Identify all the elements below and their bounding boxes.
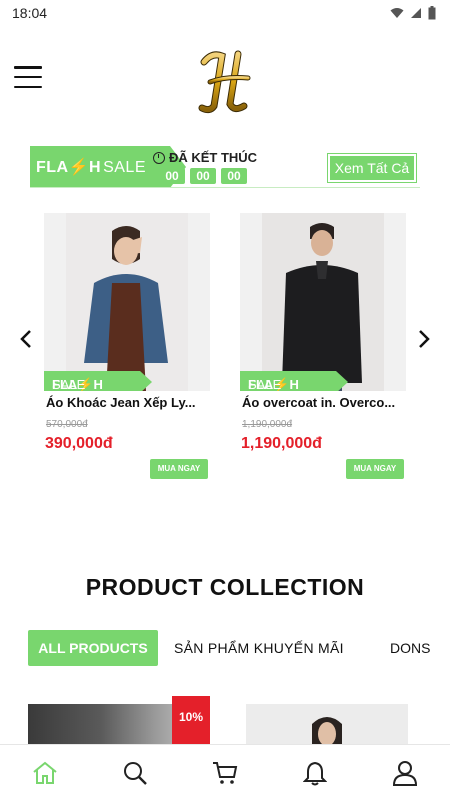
home-icon[interactable] [25, 753, 65, 793]
product-old-price: 570,000đ [46, 419, 88, 430]
product-card[interactable]: FLA⚡H SALE Áo Khoác Jean Xếp Ly... 570,00… [44, 213, 210, 483]
cart-icon[interactable] [205, 753, 245, 793]
product-price: 390,000đ [45, 435, 113, 452]
sale-tag-label: SALE [52, 377, 86, 391]
model-photo [282, 223, 362, 391]
sale-label: SALE [103, 159, 146, 176]
product-image[interactable]: FLA⚡H SALE [240, 213, 406, 391]
bell-icon[interactable] [295, 753, 335, 793]
flash-sale-bar: FLA⚡H SALE ĐÃ KẾT THÚC 00 00 00 Xem Tất C… [30, 146, 420, 188]
product-old-price: 1,190,000đ [242, 419, 293, 430]
brand-logo [198, 50, 251, 114]
countdown-seconds: 00 [221, 168, 247, 184]
collection-title: PRODUCT COLLECTION [85, 574, 365, 600]
flash-sale-tag: FLA⚡H SALE [240, 371, 348, 391]
countdown-timer: 00 00 00 [159, 168, 247, 184]
buy-now-button[interactable]: MUA NGAY [346, 459, 404, 479]
model-photo [84, 226, 168, 391]
battery-icon [428, 6, 436, 20]
search-icon[interactable] [115, 753, 155, 793]
discount-badge: 10% [172, 696, 210, 748]
buy-now-button[interactable]: MUA NGAY [150, 459, 208, 479]
status-icons [390, 6, 436, 20]
carousel-prev-icon[interactable] [14, 325, 38, 353]
countdown-minutes: 00 [190, 168, 216, 184]
clock-icon [152, 151, 165, 164]
product-card[interactable]: FLA⚡H SALE Áo overcoat in. Overco... 1,19… [240, 213, 406, 483]
product-image[interactable]: FLA⚡H SALE [44, 213, 210, 391]
divider [30, 187, 420, 188]
bottom-navigation [0, 744, 450, 800]
signal-icon [411, 8, 421, 18]
status-bar: 18:04 [0, 0, 450, 26]
tab-all-products[interactable]: ALL PRODUCTS [28, 630, 158, 666]
flash-sale-badge: FLA⚡H SALE [30, 146, 186, 188]
sale-tag-label: SALE [248, 377, 282, 391]
hamburger-menu-icon[interactable] [14, 66, 42, 88]
product-price: 1,190,000đ [241, 435, 322, 452]
tab-promotions[interactable]: SẢN PHẨM KHUYẾN MÃI [174, 630, 344, 666]
wifi-icon [390, 8, 404, 18]
status-time: 18:04 [12, 5, 48, 21]
countdown-hours: 00 [159, 168, 185, 184]
carousel-next-icon[interactable] [412, 325, 436, 353]
app-screen: 18:04 FLA⚡H SALE ĐÃ KẾT THÚC 00 00 00 Xe… [0, 0, 450, 800]
flash-label: FLA⚡H [36, 159, 102, 176]
flash-status-text: ĐÃ KẾT THÚC [168, 150, 258, 165]
product-name[interactable]: Áo overcoat in. Overco... [242, 395, 406, 410]
product-name[interactable]: Áo Khoác Jean Xếp Ly... [46, 395, 210, 410]
collection-tabs: ALL PRODUCTS SẢN PHẨM KHUYẾN MÃI DONS [28, 630, 450, 668]
view-all-button[interactable]: Xem Tất Cả [327, 153, 417, 183]
app-header [0, 26, 450, 130]
user-icon[interactable] [385, 753, 425, 793]
flash-sale-tag: FLA⚡H SALE [44, 371, 152, 391]
tab-dons[interactable]: DONS [390, 630, 430, 666]
flash-sale-status: ĐÃ KẾT THÚC [150, 150, 260, 165]
